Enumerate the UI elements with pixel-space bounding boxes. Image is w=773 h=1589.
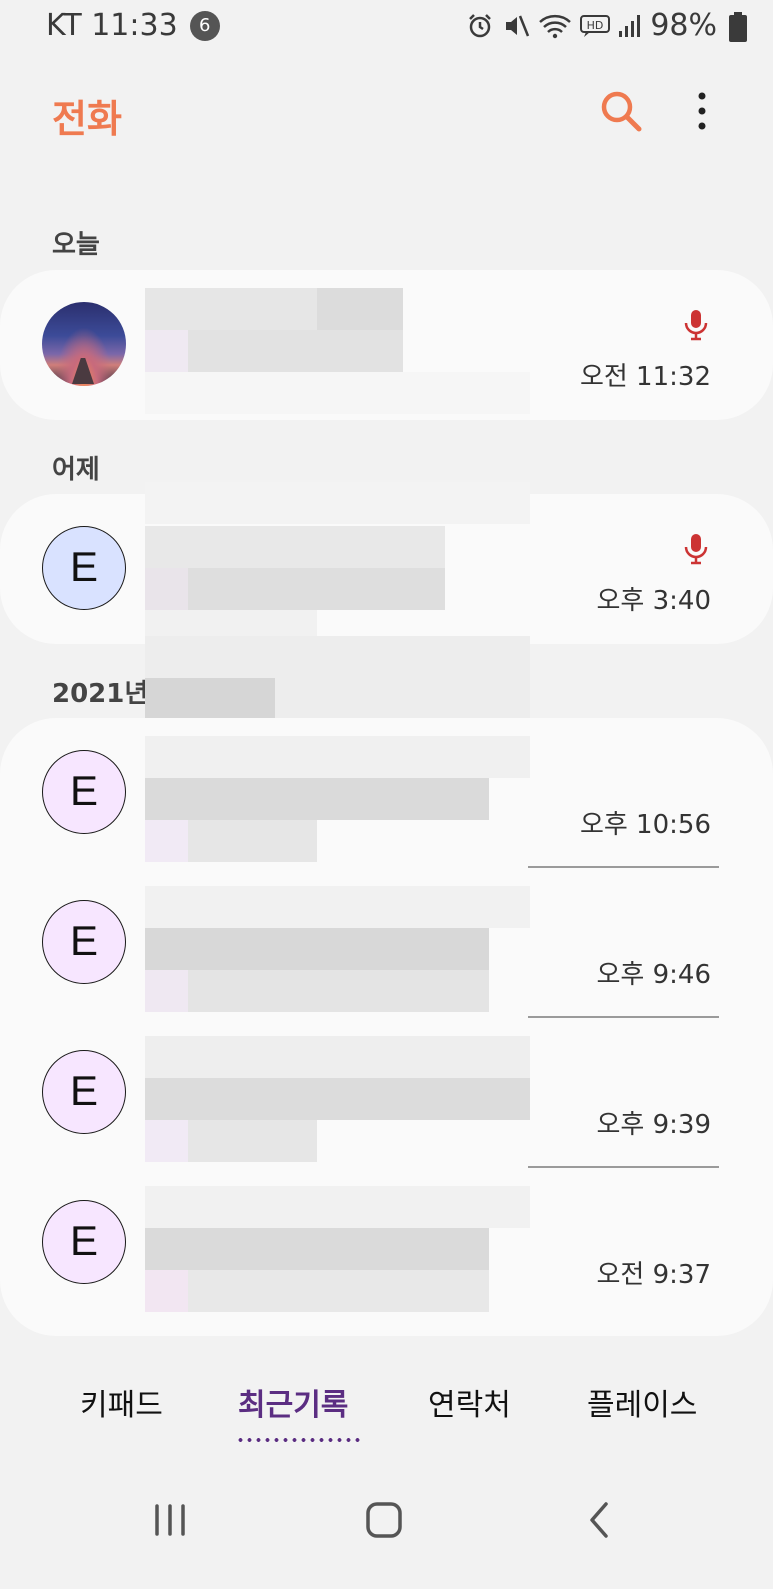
recorded-mic-icon xyxy=(683,308,709,346)
mute-icon xyxy=(502,12,530,40)
status-left: KT 11:33 6 xyxy=(46,8,220,43)
wifi-icon xyxy=(538,12,572,40)
call-time: 오후 10:56 xyxy=(579,810,711,840)
redacted-contact-info xyxy=(145,886,530,1012)
avatar xyxy=(42,302,126,386)
battery-icon xyxy=(729,12,747,46)
call-row[interactable]: E 오전 9:37 xyxy=(0,1168,773,1336)
avatar: E xyxy=(42,526,126,610)
back-icon xyxy=(590,1502,608,1538)
back-button[interactable] xyxy=(584,1500,614,1544)
call-row[interactable]: E 오후 10:56 xyxy=(0,718,773,868)
search-button[interactable] xyxy=(598,88,644,134)
hd-voice-icon: HD xyxy=(580,13,611,39)
system-nav-bar xyxy=(0,1490,773,1570)
call-row[interactable]: E 오후 9:46 xyxy=(0,868,773,1018)
call-time: 오후 3:40 xyxy=(596,586,712,616)
call-group-today: 오전 11:32 xyxy=(0,270,773,420)
tab-recents[interactable]: 최근기록 xyxy=(238,1380,348,1424)
app-bar: 전화 xyxy=(0,70,773,160)
svg-text:HD: HD xyxy=(587,19,604,32)
avatar: E xyxy=(42,1200,126,1284)
status-bar: KT 11:33 6 HD 98% xyxy=(0,0,773,56)
section-label-today: 오늘 xyxy=(52,230,100,260)
section-label-yesterday: 어제 xyxy=(52,455,100,485)
section-label-2021: 2021년 xyxy=(52,679,149,709)
page-title: 전화 xyxy=(52,97,122,141)
avatar: E xyxy=(42,900,126,984)
search-icon xyxy=(601,91,642,132)
more-options-button[interactable] xyxy=(690,88,714,134)
status-right: HD 98% xyxy=(466,8,717,43)
tab-keypad[interactable]: 키패드 xyxy=(80,1380,163,1424)
redacted-contact-info xyxy=(145,1186,530,1312)
call-row[interactable]: 오전 11:32 xyxy=(0,270,773,420)
call-time: 오전 11:32 xyxy=(579,362,711,392)
avatar: E xyxy=(42,1050,126,1134)
avatar: E xyxy=(42,750,126,834)
alarm-icon xyxy=(466,12,494,40)
call-group-yesterday: E 오후 3:40 xyxy=(0,482,773,652)
call-time: 오전 9:37 xyxy=(596,1260,712,1290)
call-row[interactable]: E 오후 3:40 xyxy=(0,482,773,652)
home-button[interactable] xyxy=(364,1500,404,1544)
redacted-contact-info xyxy=(145,482,530,652)
call-row[interactable]: E 오후 9:39 xyxy=(0,1018,773,1168)
battery-level: 98% xyxy=(650,8,717,43)
active-tab-indicator xyxy=(236,1438,360,1442)
tab-places[interactable]: 플레이스 xyxy=(587,1380,697,1424)
call-time: 오후 9:46 xyxy=(596,960,712,990)
signal-icon xyxy=(618,13,642,39)
notification-count-badge: 6 xyxy=(189,10,220,41)
recent-apps-button[interactable] xyxy=(152,1500,188,1544)
recent-apps-icon xyxy=(155,1504,185,1536)
redacted-contact-info xyxy=(145,736,530,862)
more-options-icon xyxy=(698,92,706,130)
bottom-tab-bar: 키패드 최근기록 연락처 플레이스 xyxy=(0,1368,773,1438)
redacted-contact-info xyxy=(145,1036,530,1162)
recorded-mic-icon xyxy=(683,532,709,570)
call-group-2021: E 오후 10:56 E 오후 9:46 E 오후 9:39 E 오전 9:37 xyxy=(0,718,773,1336)
call-time: 오후 9:39 xyxy=(596,1110,712,1140)
tab-contacts[interactable]: 연락처 xyxy=(428,1380,511,1424)
redacted-contact-info xyxy=(145,288,530,414)
carrier-time: KT 11:33 xyxy=(46,8,178,43)
home-icon xyxy=(366,1502,402,1538)
redacted-block xyxy=(145,636,530,720)
